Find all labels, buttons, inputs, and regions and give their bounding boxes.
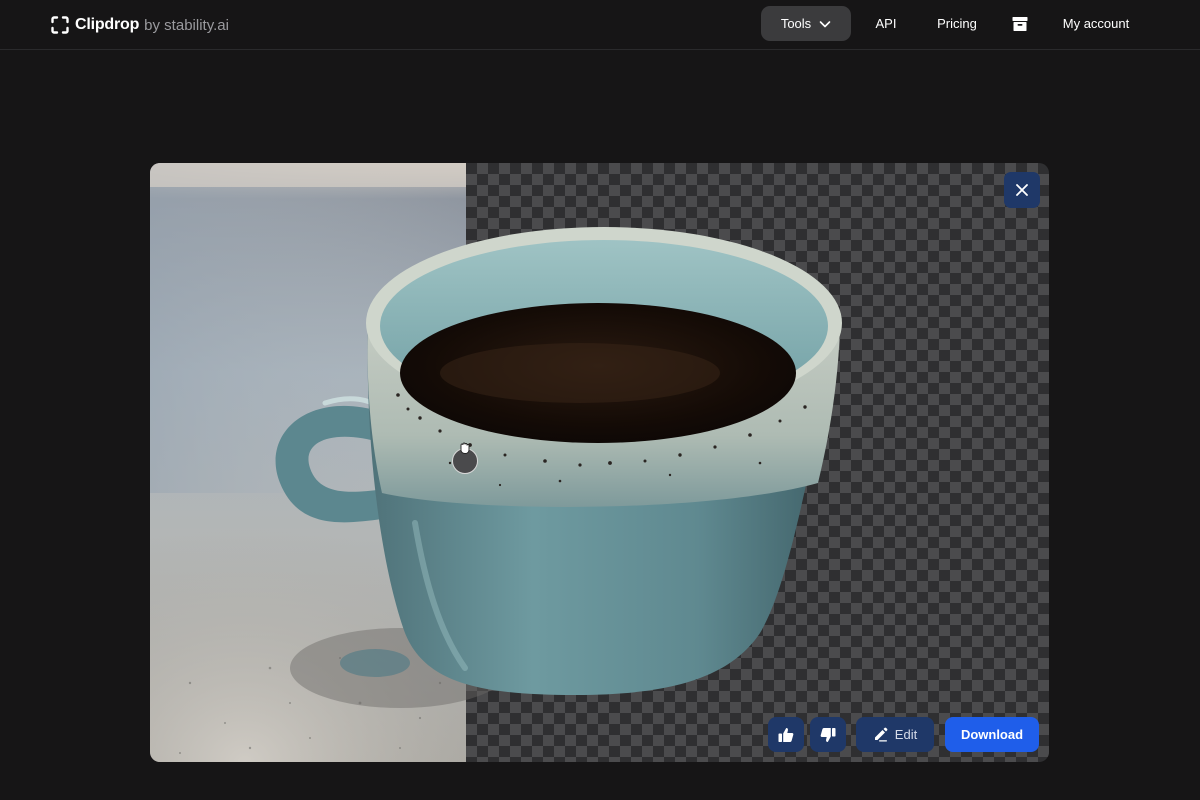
- pencil-icon: [874, 727, 888, 742]
- nav-tools-label: Tools: [780, 16, 812, 31]
- image-result-canvas[interactable]: Edit Download: [150, 163, 1049, 762]
- nav-pricing-link[interactable]: Pricing: [928, 6, 986, 41]
- thumbs-down-icon: [820, 727, 836, 742]
- download-button[interactable]: Download: [945, 717, 1039, 752]
- edit-button[interactable]: Edit: [856, 717, 934, 752]
- nav-tools-dropdown[interactable]: Tools: [761, 6, 851, 41]
- main-nav: Tools API Pricing My account: [0, 6, 1200, 41]
- coffee-mug-image: [150, 163, 842, 762]
- top-navigation-bar: Clipdrop by stability.ai Tools API Prici…: [0, 0, 1200, 50]
- nav-archive-button[interactable]: [1008, 6, 1032, 41]
- chevron-down-icon: [819, 20, 831, 27]
- edit-button-label: Edit: [894, 727, 918, 742]
- thumbs-down-button[interactable]: [810, 717, 846, 752]
- thumbs-up-icon: [778, 727, 794, 742]
- thumbs-up-button[interactable]: [768, 717, 804, 752]
- archive-box-icon: [1012, 16, 1028, 31]
- grab-hand-icon: [460, 442, 470, 454]
- nav-api-link[interactable]: API: [866, 6, 906, 41]
- close-button[interactable]: [1004, 172, 1040, 208]
- close-icon: [1016, 184, 1028, 196]
- nav-my-account-link[interactable]: My account: [1054, 6, 1138, 41]
